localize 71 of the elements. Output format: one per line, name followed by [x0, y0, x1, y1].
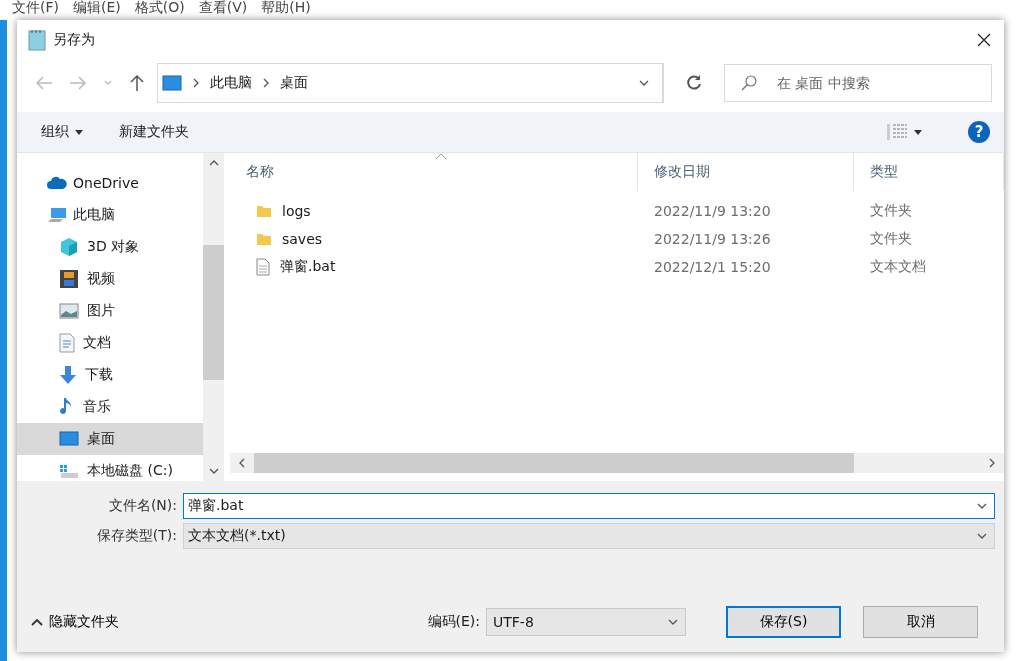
file-row[interactable]: logs 2022/11/9 13:20 文件夹 — [230, 197, 1004, 225]
search-field[interactable]: 在 桌面 中搜索 — [724, 64, 992, 102]
menu-item[interactable]: 查看(V) — [198, 0, 248, 20]
sidebar-item[interactable]: 3D 对象 — [17, 231, 203, 263]
desktop-icon — [59, 431, 79, 447]
file-type-dropdown[interactable]: 文本文档(*.txt) — [183, 523, 995, 549]
address-bar[interactable]: 此电脑 桌面 — [157, 63, 664, 103]
cloud-icon — [47, 176, 67, 190]
menu-item[interactable]: 帮助(H) — [261, 0, 311, 20]
help-button[interactable]: ? — [968, 121, 990, 143]
filename-label: 文件名(N): — [107, 497, 177, 515]
caret-down-icon — [75, 129, 83, 135]
sidebar-item[interactable]: 音乐 — [17, 391, 203, 423]
modified-date: 2022/12/1 15:20 — [653, 259, 772, 275]
file-type: 文件夹 — [869, 230, 913, 248]
breadcrumb-item[interactable]: 此电脑 — [210, 74, 252, 92]
encoding-label: 编码(E): — [427, 613, 480, 631]
menu-item[interactable]: 文件(F) — [12, 0, 59, 20]
desktop-icon — [162, 75, 182, 91]
file-name[interactable]: logs — [282, 203, 311, 219]
file-type-label: 保存类型(T): — [95, 527, 177, 545]
modified-date: 2022/11/9 13:20 — [653, 203, 772, 219]
sidebar-item[interactable]: 图片 — [17, 295, 203, 327]
text-file-icon — [256, 258, 270, 276]
download-arrow-icon — [59, 365, 77, 385]
file-row[interactable]: 弹窗.bat 2022/12/1 15:20 文本文档 — [230, 253, 1004, 281]
computer-icon — [47, 207, 67, 223]
document-icon — [59, 333, 75, 353]
close-icon — [976, 32, 992, 48]
sidebar-item[interactable]: 本地磁盘 (C:) — [17, 455, 203, 481]
arrow-up-icon — [129, 74, 145, 92]
menu-item[interactable]: 格式(O) — [134, 0, 185, 20]
menu-item[interactable]: 编辑(E) — [73, 0, 121, 20]
sort-ascending-icon — [435, 153, 447, 160]
sidebar-item[interactable]: 下载 — [17, 359, 203, 391]
arrow-right-icon — [69, 75, 87, 91]
file-type: 文件夹 — [869, 202, 913, 220]
cancel-button[interactable]: 取消 — [863, 606, 978, 638]
sidebar-item[interactable]: 视频 — [17, 263, 203, 295]
cube-icon — [59, 237, 79, 257]
caret-down-icon — [914, 129, 922, 135]
notepad-icon — [27, 29, 47, 51]
folder-icon — [256, 203, 272, 219]
file-row[interactable]: saves 2022/11/9 13:26 文件夹 — [230, 225, 1004, 253]
organize-menu[interactable]: 组织 — [31, 119, 93, 145]
refresh-icon — [685, 74, 703, 92]
hide-folders-toggle[interactable]: 隐藏文件夹 — [27, 609, 123, 635]
window-title: 另存为 — [53, 31, 96, 49]
save-button[interactable]: 保存(S) — [726, 606, 841, 638]
encoding-dropdown[interactable]: UTF-8 — [486, 608, 686, 636]
vertical-scrollbar[interactable] — [203, 153, 224, 481]
sidebar-item[interactable]: 文档 — [17, 327, 203, 359]
file-name[interactable]: saves — [282, 231, 323, 247]
drive-icon — [59, 463, 79, 479]
file-type: 文本文档 — [869, 258, 927, 276]
file-name[interactable]: 弹窗.bat — [280, 258, 336, 276]
arrow-left-icon — [35, 75, 53, 91]
details-view-icon — [886, 123, 908, 141]
search-icon — [740, 74, 758, 92]
filename-field[interactable]: 弹窗.bat — [183, 493, 995, 519]
folder-icon — [256, 231, 272, 247]
sidebar-item[interactable]: 此电脑 — [17, 199, 203, 231]
sidebar-item[interactable]: 桌面 — [17, 423, 203, 455]
modified-date: 2022/11/9 13:26 — [653, 231, 772, 247]
film-icon — [59, 269, 79, 289]
horizontal-scrollbar[interactable] — [230, 453, 1004, 473]
new-folder-button[interactable]: 新建文件夹 — [109, 119, 199, 145]
chevron-up-icon — [31, 618, 43, 626]
breadcrumb-item[interactable]: 桌面 — [280, 74, 308, 92]
picture-icon — [59, 303, 79, 319]
sidebar-item[interactable]: OneDrive — [17, 167, 203, 199]
